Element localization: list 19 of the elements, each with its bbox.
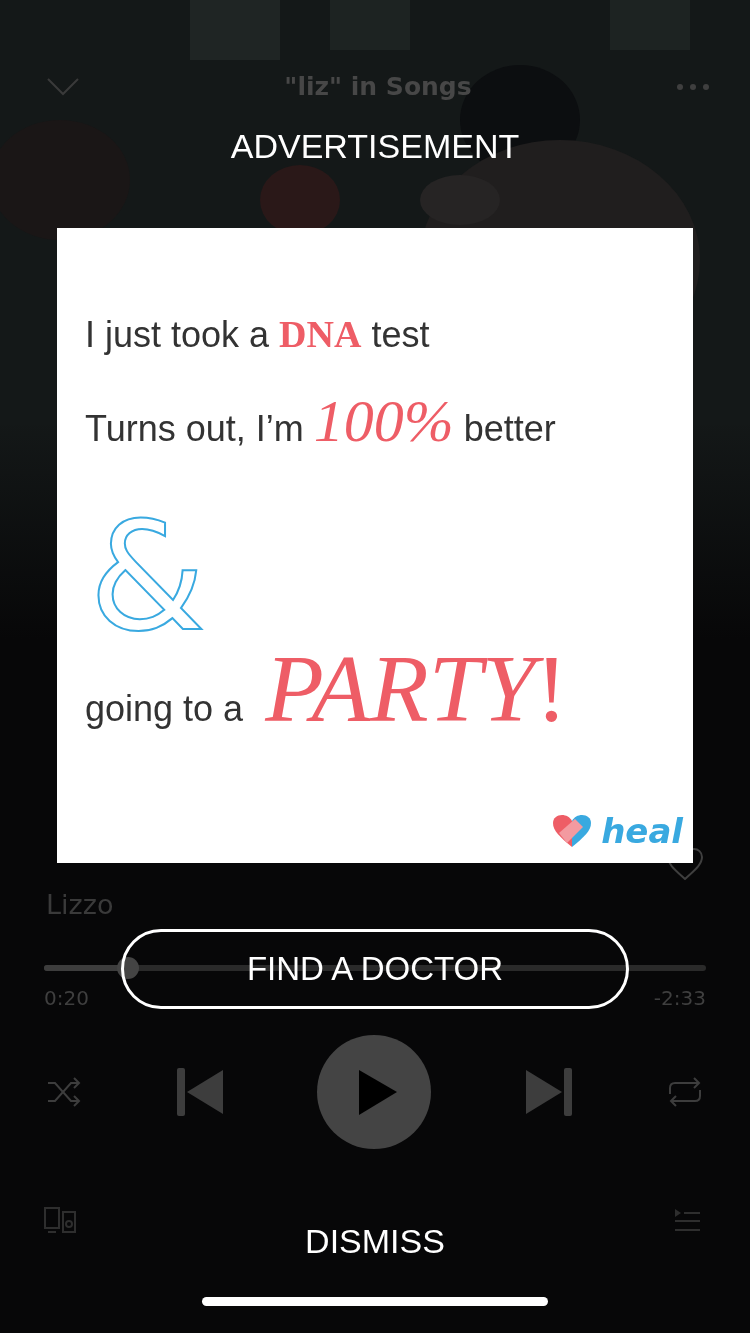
chevron-down-icon[interactable] xyxy=(46,77,80,97)
devices-icon[interactable] xyxy=(44,1207,76,1233)
next-icon[interactable] xyxy=(523,1066,574,1118)
ad-subline: Turns out, I’m 100% better xyxy=(85,387,556,456)
ad-label: ADVERTISEMENT xyxy=(230,126,520,167)
dismiss-button[interactable]: DISMISS xyxy=(297,1216,453,1267)
progress-handle[interactable] xyxy=(117,957,140,979)
shuffle-icon[interactable] xyxy=(46,1077,82,1107)
repeat-icon[interactable] xyxy=(666,1076,704,1108)
previous-icon[interactable] xyxy=(174,1066,225,1118)
brand-logo: heal xyxy=(601,811,683,851)
remaining-time: -2:33 xyxy=(653,985,706,1012)
play-icon[interactable] xyxy=(317,1035,431,1149)
find-doctor-button[interactable]: FIND A DOCTOR xyxy=(121,929,629,1009)
more-icon[interactable] xyxy=(676,83,710,91)
queue-icon[interactable] xyxy=(674,1208,700,1232)
ad-headline: I just took a DNA test xyxy=(85,312,430,357)
elapsed-time: 0:20 xyxy=(44,985,89,1012)
heart-bandage-icon xyxy=(551,813,594,849)
